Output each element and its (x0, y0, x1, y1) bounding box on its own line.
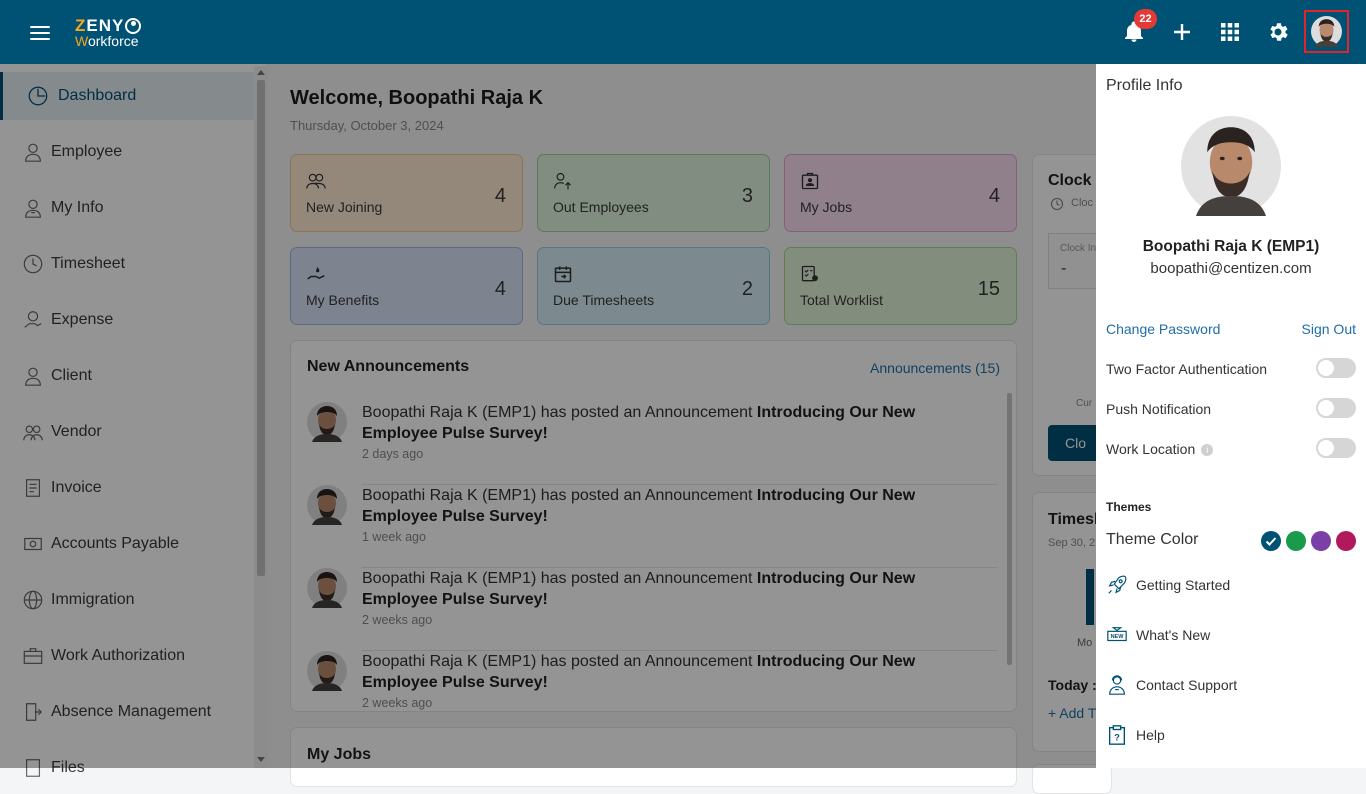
push-notification-label: Push Notification (1106, 401, 1212, 417)
menu-contact-support[interactable]: Contact Support (1106, 672, 1356, 700)
hamburger-menu-icon[interactable] (30, 26, 50, 40)
menu-help[interactable]: ? Help (1106, 722, 1356, 750)
gear-icon[interactable] (1266, 20, 1290, 44)
menu-label: Help (1136, 727, 1165, 743)
profile-photo (1181, 116, 1281, 216)
menu-label: Getting Started (1136, 577, 1231, 593)
work-location-label: Work Location (1106, 441, 1196, 457)
support-icon (1109, 675, 1125, 695)
logo[interactable]: Z ENY Workforce (75, 16, 142, 49)
new-icon: NEW (1107, 627, 1127, 642)
themes-heading: Themes (1106, 500, 1152, 514)
plus-icon[interactable] (1170, 20, 1194, 44)
two-factor-row: Two Factor Authentication (1106, 358, 1356, 380)
logo-text-2: orkforce (87, 33, 139, 49)
theme-swatch-purple[interactable] (1311, 531, 1331, 551)
push-notification-toggle[interactable] (1316, 398, 1356, 418)
change-password-link[interactable]: Change Password (1106, 321, 1220, 337)
info-icon[interactable]: i (1201, 444, 1214, 457)
profile-name: Boopathi Raja K (EMP1) (1142, 238, 1320, 255)
profile-avatar-button[interactable] (1304, 10, 1349, 53)
rocket-icon (1108, 575, 1127, 594)
extra-panel (1032, 764, 1112, 794)
work-location-row: Work Location i (1106, 438, 1356, 460)
menu-label: What's New (1136, 627, 1211, 643)
svg-text:NEW: NEW (1111, 634, 1125, 640)
avatar (1311, 16, 1342, 47)
menu-label: Contact Support (1136, 677, 1238, 693)
modal-backdrop[interactable] (0, 64, 1096, 768)
logo-text-1: ENY (86, 16, 125, 35)
sign-out-link[interactable]: Sign Out (1302, 321, 1356, 337)
menu-whats-new[interactable]: NEW What's New (1106, 622, 1356, 650)
theme-swatch-blue[interactable] (1261, 531, 1281, 551)
theme-color-label: Theme Color (1106, 531, 1199, 548)
two-factor-toggle[interactable] (1316, 358, 1356, 378)
notification-badge: 22 (1134, 9, 1157, 29)
profile-email: boopathi@centizen.com (1150, 260, 1312, 277)
help-icon: ? (1108, 725, 1126, 745)
push-notification-row: Push Notification (1106, 398, 1356, 420)
top-bar: Z ENY Workforce 22 (0, 0, 1366, 64)
two-factor-label: Two Factor Authentication (1106, 361, 1268, 377)
menu-getting-started[interactable]: Getting Started (1106, 572, 1356, 600)
apps-grid-icon[interactable] (1218, 20, 1242, 44)
svg-text:?: ? (1114, 733, 1120, 743)
work-location-toggle[interactable] (1316, 438, 1356, 458)
profile-title: Profile Info (1106, 77, 1183, 94)
theme-swatch-green[interactable] (1286, 531, 1306, 551)
check-icon (1265, 537, 1277, 546)
theme-swatch-magenta[interactable] (1336, 531, 1356, 551)
profile-panel: Profile Info Boopathi Raja K (EMP1) boop… (1096, 64, 1366, 768)
